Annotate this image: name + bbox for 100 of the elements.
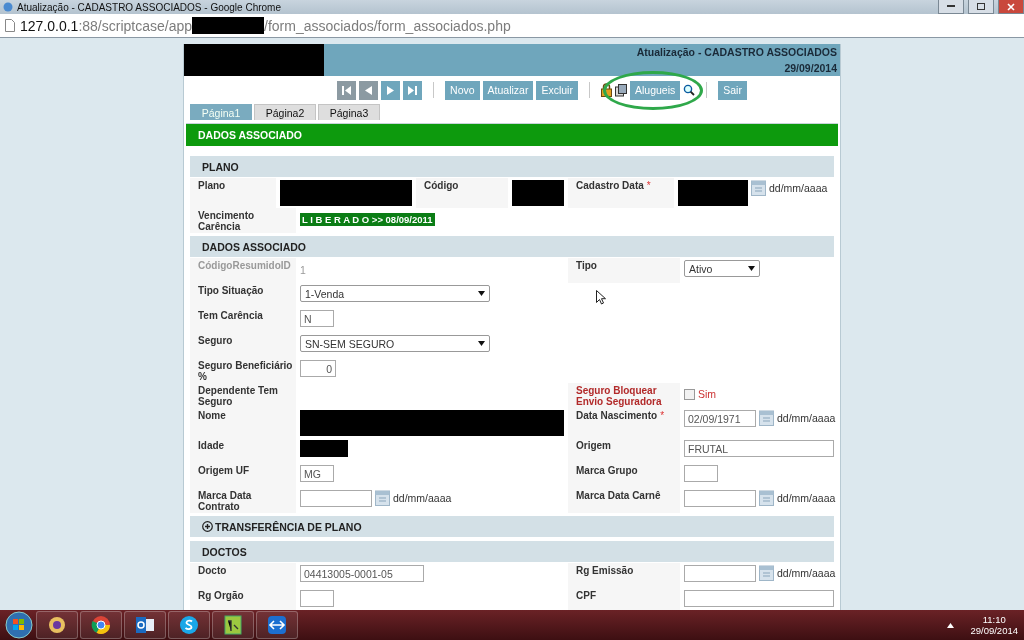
taskbar-app[interactable] — [80, 611, 122, 639]
input-field[interactable]: FRUTAL — [684, 440, 834, 457]
skip-forward-icon — [408, 85, 418, 95]
date-format-hint: dd/mm/aaaa — [777, 411, 836, 424]
input-field[interactable] — [684, 465, 718, 482]
input-field[interactable]: N — [300, 310, 334, 327]
page-tab[interactable]: Página3 — [318, 104, 380, 120]
dropdown[interactable]: SN-SEM SEGURO — [300, 335, 490, 352]
triangle-right-icon — [387, 85, 395, 95]
field-label: Marca Grupo — [568, 463, 680, 488]
field-label: Seguro — [190, 333, 296, 358]
first-record-button[interactable] — [337, 80, 357, 100]
input-field[interactable]: MG — [300, 465, 334, 482]
next-record-button[interactable] — [381, 80, 401, 100]
mouse-cursor-icon — [596, 290, 606, 305]
calendar-icon[interactable] — [759, 565, 774, 581]
field-label: Vencimento Carência — [190, 208, 296, 233]
window-title: Atualização - CADASTRO ASSOCIADOS - Google Chrome — [17, 1, 282, 13]
calendar-icon[interactable] — [751, 180, 766, 196]
form-date: 29/09/2014 — [784, 62, 837, 74]
calendar-icon[interactable] — [759, 490, 774, 506]
input-field[interactable] — [300, 590, 334, 607]
taskbar-app[interactable] — [212, 611, 254, 639]
field-label: Rg Emissão — [568, 563, 680, 588]
skip-back-icon — [342, 85, 352, 95]
section-header[interactable]: TRANSFERÊNCIA DE PLANO — [190, 516, 834, 537]
date-format-hint: dd/mm/aaaa — [769, 181, 828, 194]
field-label: Dependente Tem Seguro — [190, 383, 296, 408]
field-label: Plano — [190, 178, 276, 208]
taskbar-app[interactable] — [256, 611, 298, 639]
date-field[interactable] — [684, 565, 756, 582]
browser-icon — [91, 615, 111, 635]
field-label: Código — [416, 178, 508, 208]
previous-record-button[interactable] — [359, 80, 379, 100]
taskbar-app[interactable] — [36, 611, 78, 639]
search-icon[interactable] — [683, 84, 696, 96]
section-banner: DADOS ASSOCIADO — [186, 123, 838, 146]
page-icon — [5, 19, 15, 32]
input-field[interactable]: 0 — [300, 360, 336, 377]
date-field[interactable]: 02/09/1971 — [684, 410, 756, 427]
url-host[interactable]: 127.0.0.1 — [20, 17, 79, 34]
date-field[interactable] — [684, 490, 756, 507]
checkbox[interactable] — [684, 389, 695, 400]
page-tab[interactable]: Página2 — [254, 104, 316, 120]
maximize-icon — [977, 3, 985, 10]
minimize-icon — [947, 5, 955, 8]
maximize-button[interactable] — [968, 0, 994, 14]
minimize-button[interactable] — [938, 0, 964, 14]
field-label: Tem Carência — [190, 308, 296, 333]
expand-icon[interactable] — [202, 521, 213, 532]
checkbox-label[interactable]: Sim — [698, 385, 717, 400]
form-title: Atualização - CADASTRO ASSOCIADOS — [636, 46, 837, 58]
calendar-icon[interactable] — [759, 410, 774, 426]
caret-icon — [478, 341, 485, 346]
start-button[interactable] — [4, 611, 34, 639]
taskbar-app[interactable] — [124, 611, 166, 639]
section-title: PLANO — [202, 160, 239, 173]
taskbar-app[interactable] — [168, 611, 210, 639]
field-label: Rg Orgão — [190, 588, 296, 610]
close-button[interactable] — [998, 0, 1024, 14]
tray-clock[interactable]: 11:10 29/09/2014 — [970, 614, 1018, 636]
status-badge: L I B E R A D O >> 08/09/2011 — [300, 213, 435, 226]
input-field[interactable] — [684, 590, 834, 607]
field-label: Marca Data Carnê — [568, 488, 680, 513]
last-record-button[interactable] — [403, 80, 423, 100]
field-label: Idade — [190, 438, 296, 463]
clock-date: 29/09/2014 — [970, 625, 1018, 636]
date-format-hint: dd/mm/aaaa — [777, 491, 836, 504]
browser-icon — [3, 2, 13, 12]
field-label: Origem — [568, 438, 680, 463]
url-path[interactable]: :88/scriptcase/app — [78, 17, 192, 34]
dropdown[interactable]: Ativo — [684, 260, 760, 277]
field-label: Origem UF — [190, 463, 296, 488]
triangle-left-icon — [365, 85, 373, 95]
field-label: Tipo — [568, 258, 680, 283]
chat-icon — [179, 615, 199, 635]
field-label: Nome — [190, 408, 296, 438]
redacted-block — [192, 17, 264, 34]
padlock-icon[interactable] — [600, 83, 612, 97]
date-format-hint: dd/mm/aaaa — [777, 566, 836, 579]
clock-time: 11:10 — [982, 614, 1006, 625]
date-field[interactable] — [300, 490, 372, 507]
date-format-hint: dd/mm/aaaa — [393, 491, 452, 504]
caret-icon — [748, 266, 755, 271]
dropdown[interactable]: 1-Venda — [300, 285, 490, 302]
section-title: TRANSFERÊNCIA DE PLANO — [215, 520, 362, 533]
calendar-icon[interactable] — [375, 490, 390, 506]
url-path[interactable]: /form_associados/form_associados.php — [264, 17, 511, 34]
input-field[interactable]: 04413005-0001-05 — [300, 565, 424, 582]
redacted-block — [512, 180, 564, 206]
close-icon — [1007, 2, 1015, 11]
tray-arrow-icon[interactable] — [947, 622, 955, 628]
field-label: CPF — [568, 588, 680, 610]
field-label: Tipo Situação — [190, 283, 296, 308]
section-title: DADOS ASSOCIADO — [202, 240, 307, 253]
caret-icon — [478, 291, 485, 296]
field-label: Seguro Bloquear Envio Seguradora — [568, 383, 680, 408]
field-label: Data Nascimento * — [568, 408, 680, 438]
field-label: Marca Data Contrato — [190, 488, 296, 513]
field-label: Cadastro Data * — [568, 178, 674, 208]
